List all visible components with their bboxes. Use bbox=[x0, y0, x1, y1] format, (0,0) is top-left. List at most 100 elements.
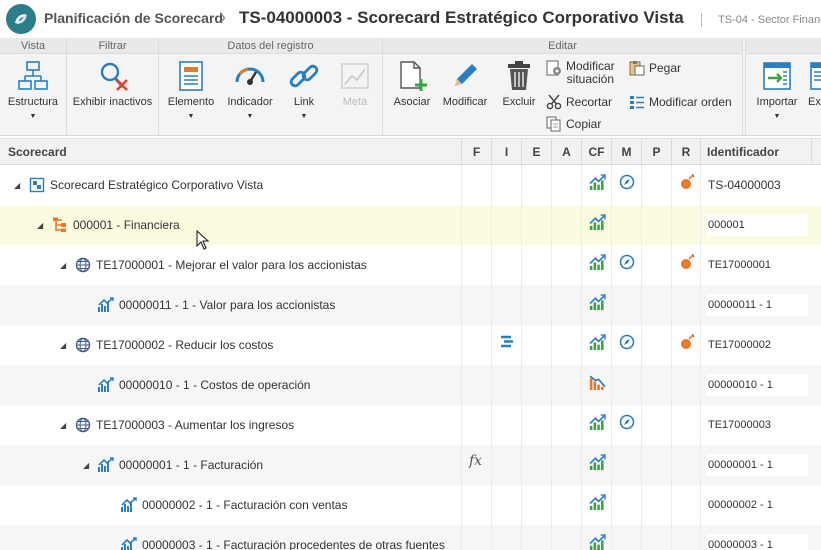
copy-icon bbox=[546, 116, 562, 132]
indicator-icon bbox=[98, 377, 114, 392]
row-label[interactable]: 00000001 - 1 - Facturación bbox=[119, 458, 263, 472]
title-bar: Planificación de Scorecard › TS-04000003… bbox=[0, 0, 821, 38]
column-divider bbox=[551, 245, 552, 285]
table-row[interactable]: 00000003 - 1 - Facturación procedentes d… bbox=[0, 525, 821, 550]
column-header-scorecard[interactable]: Scorecard bbox=[0, 139, 461, 165]
row-label[interactable]: TE17000001 - Mejorar el valor para los a… bbox=[96, 258, 367, 272]
recortar-button[interactable]: Recortar bbox=[546, 94, 612, 110]
column-header-identificador[interactable]: Identificador bbox=[700, 139, 811, 165]
column-divider bbox=[521, 405, 522, 445]
column-divider bbox=[581, 165, 582, 205]
column-divider bbox=[491, 525, 492, 550]
column-divider bbox=[581, 205, 582, 245]
chevron-down-icon: ▼ bbox=[300, 113, 308, 120]
table-row[interactable]: 00000011 - 1 - Valor para los accionista… bbox=[0, 285, 821, 325]
row-label[interactable]: TE17000002 - Reducir los costos bbox=[96, 338, 273, 352]
table-row[interactable]: 00000010 - 1 - Costos de operación 000000… bbox=[0, 365, 821, 405]
meta-label: Meta bbox=[342, 96, 368, 108]
modificar-situacion-button[interactable]: Modificar situación bbox=[546, 60, 615, 86]
excluir-button[interactable]: Excluir bbox=[493, 56, 545, 134]
collapse-toggle-icon[interactable]: ◢ bbox=[37, 221, 43, 230]
link-button[interactable]: Link ▼ bbox=[279, 56, 329, 134]
row-label[interactable]: 00000003 - 1 - Facturación procedentes d… bbox=[142, 538, 445, 550]
column-header-p[interactable]: P bbox=[641, 139, 671, 165]
m-cell bbox=[619, 334, 637, 352]
column-header-f[interactable]: F bbox=[461, 139, 491, 165]
elemento-button[interactable]: Elemento ▼ bbox=[163, 56, 219, 134]
column-divider bbox=[491, 405, 492, 445]
row-label[interactable]: 00000011 - 1 - Valor para los accionista… bbox=[119, 298, 335, 312]
table-row[interactable]: ◢ Scorecard Estratégico Corporativo Vista… bbox=[0, 165, 821, 205]
indicador-button[interactable]: Indicador ▼ bbox=[221, 56, 279, 134]
chevron-down-icon: ▼ bbox=[29, 113, 37, 120]
column-divider bbox=[551, 285, 552, 325]
compass-icon bbox=[619, 174, 635, 190]
group-label-editar: Editar bbox=[383, 38, 742, 54]
modificar-orden-button[interactable]: Modificar orden bbox=[629, 94, 732, 110]
importar-button[interactable]: Importar ▼ bbox=[748, 56, 806, 134]
m-cell bbox=[619, 254, 637, 272]
column-header-r[interactable]: R bbox=[671, 139, 700, 165]
link-label: Link bbox=[293, 96, 315, 108]
column-divider bbox=[491, 245, 492, 285]
collapse-toggle-icon[interactable]: ◢ bbox=[14, 181, 20, 190]
collapse-toggle-icon[interactable]: ◢ bbox=[83, 461, 89, 470]
estructura-button[interactable]: Estructura ▼ bbox=[0, 56, 66, 134]
column-divider bbox=[461, 285, 462, 325]
app-logo[interactable] bbox=[6, 4, 36, 34]
table-row[interactable]: ◢ TE17000001 - Mejorar el valor para los … bbox=[0, 245, 821, 285]
column-divider bbox=[700, 245, 701, 285]
pegar-button[interactable]: Pegar bbox=[629, 60, 681, 76]
column-header-cf[interactable]: CF bbox=[581, 139, 611, 165]
table-row[interactable]: ◢ 000001 - Financiera 000001 bbox=[0, 205, 821, 245]
collapse-toggle-icon[interactable]: ◢ bbox=[60, 421, 66, 430]
column-divider bbox=[491, 485, 492, 525]
column-divider bbox=[551, 445, 552, 485]
node-icon bbox=[98, 297, 114, 313]
meta-button[interactable]: Meta bbox=[331, 56, 379, 134]
column-divider bbox=[671, 405, 672, 445]
column-divider bbox=[611, 445, 612, 485]
column-divider bbox=[491, 325, 492, 365]
row-label[interactable]: Scorecard Estratégico Corporativo Vista bbox=[50, 178, 263, 192]
copiar-button[interactable]: Copiar bbox=[546, 116, 601, 132]
column-divider bbox=[491, 285, 492, 325]
trend-icon bbox=[589, 294, 606, 310]
exhibir-inactivos-button[interactable]: Exhibir inactivos bbox=[67, 56, 158, 134]
table-row[interactable]: ◢ 00000001 - 1 - Facturación fx 00000001 - … bbox=[0, 445, 821, 485]
collapse-toggle-icon[interactable]: ◢ bbox=[60, 341, 66, 350]
add-document-icon bbox=[396, 60, 428, 95]
row-label[interactable]: 00000010 - 1 - Costos de operación bbox=[119, 378, 310, 392]
column-divider bbox=[641, 325, 642, 365]
row-label[interactable]: 000001 - Financiera bbox=[73, 218, 180, 232]
column-divider bbox=[700, 285, 701, 325]
table-row[interactable]: ◢ TE17000002 - Reducir los costos TE170000… bbox=[0, 325, 821, 365]
column-header-i[interactable]: I bbox=[491, 139, 521, 165]
m-cell bbox=[619, 174, 637, 192]
column-header-m[interactable]: M bbox=[611, 139, 641, 165]
column-header-a[interactable]: A bbox=[551, 139, 581, 165]
row-label[interactable]: 00000002 - 1 - Facturación con ventas bbox=[142, 498, 347, 512]
paste-icon bbox=[629, 60, 645, 76]
breadcrumb[interactable]: Planificación de Scorecard bbox=[44, 10, 223, 26]
asociar-button[interactable]: Asociar bbox=[387, 56, 437, 134]
table-row[interactable]: 00000002 - 1 - Facturación con ventas 000… bbox=[0, 485, 821, 525]
row-label[interactable]: TE17000003 - Aumentar los ingresos bbox=[96, 418, 294, 432]
column-divider bbox=[461, 405, 462, 445]
column-divider bbox=[551, 205, 552, 245]
table-row[interactable]: ◢ TE17000003 - Aumentar los ingresos TE170… bbox=[0, 405, 821, 445]
list-icon bbox=[501, 335, 513, 348]
collapse-toggle-icon[interactable]: ◢ bbox=[60, 261, 66, 270]
elemento-label: Elemento bbox=[167, 96, 215, 108]
risk-icon bbox=[681, 174, 695, 189]
exportar-button[interactable]: Ex bbox=[808, 56, 821, 134]
column-divider bbox=[551, 525, 552, 550]
indicador-label: Indicador bbox=[227, 96, 273, 108]
globe-icon bbox=[75, 257, 91, 273]
column-divider bbox=[581, 325, 582, 365]
identificador-cell: TS-04000003 bbox=[708, 178, 781, 192]
identificador-cell: TE17000003 bbox=[706, 414, 808, 436]
group-label-datos: Datos del registro bbox=[159, 38, 382, 54]
column-header-e[interactable]: E bbox=[521, 139, 551, 165]
modificar-button[interactable]: Modificar bbox=[439, 56, 491, 134]
